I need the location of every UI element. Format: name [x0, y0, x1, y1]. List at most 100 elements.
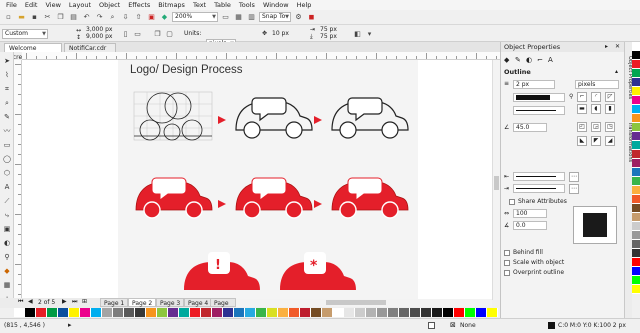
color-swatch[interactable] — [388, 308, 399, 317]
color-swatch[interactable] — [25, 308, 36, 317]
start-arrowhead-select[interactable] — [513, 172, 565, 181]
app-logo-icon[interactable]: ◼ — [306, 12, 317, 23]
color-swatch[interactable] — [632, 159, 640, 168]
color-swatch[interactable] — [135, 308, 146, 317]
text-tool-icon[interactable]: A — [2, 182, 12, 192]
color-swatch[interactable] — [146, 308, 157, 317]
color-swatch[interactable] — [58, 308, 69, 317]
scroll-thumb[interactable] — [494, 176, 499, 190]
menu-bitmaps[interactable]: Bitmaps — [154, 0, 189, 10]
color-swatch[interactable] — [179, 308, 190, 317]
horizontal-scrollbar[interactable] — [236, 299, 492, 307]
current-page-icon[interactable]: ▢ — [164, 28, 175, 39]
color-swatch[interactable] — [632, 51, 640, 60]
interactive-fill-icon[interactable]: ◆ — [2, 266, 12, 276]
options-gear-icon[interactable]: ⚙ — [293, 12, 304, 23]
position-center-icon[interactable]: ◲ — [591, 122, 601, 132]
color-swatch[interactable] — [245, 308, 256, 317]
zoom-select[interactable]: 200% ▼ — [172, 12, 218, 22]
line-join-miter-icon[interactable]: ⌐ — [577, 92, 587, 102]
overprint-outline-checkbox[interactable] — [504, 270, 510, 276]
color-swatch[interactable] — [36, 308, 47, 317]
color-swatch[interactable] — [311, 308, 322, 317]
line-cap-square-icon[interactable]: ▮ — [605, 104, 615, 114]
rectangle-tool-icon[interactable]: ▭ — [2, 140, 12, 150]
color-swatch[interactable] — [632, 195, 640, 204]
color-swatch[interactable] — [355, 308, 366, 317]
color-swatch[interactable] — [632, 267, 640, 276]
nib-stretch-field[interactable]: 100 — [513, 209, 547, 218]
color-swatch[interactable] — [377, 308, 388, 317]
color-swatch[interactable] — [190, 308, 201, 317]
color-swatch[interactable] — [322, 308, 333, 317]
position-outside-icon[interactable]: ◰ — [577, 122, 587, 132]
page-tab-1[interactable]: Page 1 — [100, 298, 129, 307]
color-swatch[interactable] — [212, 308, 223, 317]
color-swatch[interactable] — [14, 308, 25, 317]
corners-tab-icon[interactable]: ⌐ — [537, 56, 543, 64]
color-swatch[interactable] — [333, 308, 344, 317]
color-swatch[interactable] — [421, 308, 432, 317]
color-swatch[interactable] — [632, 69, 640, 78]
duplicate-y-field[interactable]: 75 px — [320, 33, 337, 40]
color-swatch[interactable] — [465, 308, 476, 317]
end-arrow-options-icon[interactable]: ⋯ — [569, 184, 579, 194]
zoom-tool-icon[interactable]: ⌕ — [2, 98, 12, 108]
color-swatch[interactable] — [234, 308, 245, 317]
eyedropper-icon[interactable]: ⚲ — [2, 252, 12, 262]
color-swatch[interactable] — [632, 60, 640, 69]
line-cap-butt-icon[interactable]: ▬ — [577, 104, 587, 114]
end-arrowhead-select[interactable] — [513, 184, 565, 193]
app-launcher-icon[interactable]: ◆ — [159, 12, 170, 23]
nib-preview[interactable] — [573, 206, 617, 244]
color-swatch[interactable] — [443, 308, 454, 317]
undo-icon[interactable]: ↶ — [81, 12, 92, 23]
pdf-icon[interactable]: ▣ — [146, 12, 157, 23]
color-swatch[interactable] — [632, 231, 640, 240]
color-swatch[interactable] — [267, 308, 278, 317]
fill-swatch-icon[interactable] — [428, 322, 435, 329]
tab-welcome-screen[interactable]: Welcome Screen — [4, 43, 62, 61]
miter-angle-field[interactable]: 45.0 — [513, 123, 547, 132]
color-swatch[interactable] — [632, 186, 640, 195]
smart-fill-icon[interactable]: ▦ — [2, 280, 12, 290]
color-swatch[interactable] — [157, 308, 168, 317]
page-height-field[interactable]: 9,000 px — [86, 33, 112, 40]
menu-tools[interactable]: Tools — [235, 0, 259, 10]
color-swatch[interactable] — [632, 258, 640, 267]
treat-as-filled-icon[interactable]: ◧ — [352, 28, 363, 39]
color-swatch[interactable] — [632, 114, 640, 123]
connector-tool-icon[interactable]: ⤷ — [2, 210, 12, 220]
color-swatch[interactable] — [632, 150, 640, 159]
polygon-tool-icon[interactable]: ⬡ — [2, 168, 12, 178]
landscape-icon[interactable]: ▭ — [132, 28, 143, 39]
import-icon[interactable]: ⇩ — [120, 12, 131, 23]
transparency-tab-icon[interactable]: ◐ — [526, 56, 532, 64]
calligraphy-corner-1-icon[interactable]: ◣ — [577, 136, 587, 146]
portrait-icon[interactable]: ▯ — [120, 28, 131, 39]
color-swatch[interactable] — [278, 308, 289, 317]
menu-file[interactable]: File — [2, 0, 21, 10]
save-icon[interactable]: ▪ — [29, 12, 40, 23]
color-swatch[interactable] — [632, 105, 640, 114]
collapse-icon[interactable]: ▴ — [615, 68, 618, 75]
menu-text[interactable]: Text — [189, 0, 210, 10]
menu-help[interactable]: Help — [293, 0, 316, 10]
menu-table[interactable]: Table — [210, 0, 235, 10]
prev-page-icon[interactable]: ◀ — [28, 298, 33, 305]
menu-window[interactable]: Window — [259, 0, 293, 10]
color-swatch[interactable] — [632, 213, 640, 222]
color-swatch[interactable] — [102, 308, 113, 317]
full-screen-icon[interactable]: ▭ — [220, 12, 231, 23]
page-tab-3[interactable]: Page 3 — [156, 298, 185, 307]
color-swatch[interactable] — [632, 276, 640, 285]
tab-notificar[interactable]: NotifiCar.cdr — [64, 43, 116, 52]
color-swatch[interactable] — [201, 308, 212, 317]
calligraphy-corner-2-icon[interactable]: ◤ — [591, 136, 601, 146]
color-swatch[interactable] — [632, 123, 640, 132]
color-swatch[interactable] — [168, 308, 179, 317]
page-preset-select[interactable]: Custom ▼ — [2, 29, 48, 39]
color-swatch[interactable] — [399, 308, 410, 317]
freehand-tool-icon[interactable]: ✎ — [2, 112, 12, 122]
cut-icon[interactable]: ✂ — [42, 12, 53, 23]
